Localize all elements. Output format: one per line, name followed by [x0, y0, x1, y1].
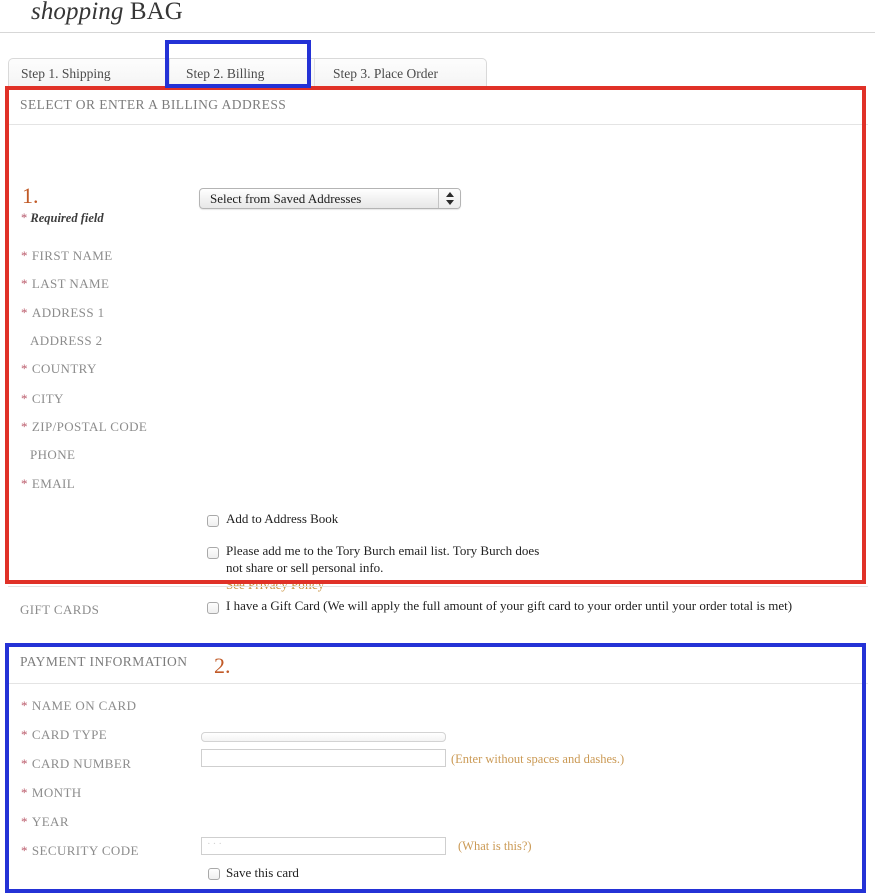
label-year: * YEAR [21, 814, 69, 830]
label-month-text: MONTH [31, 785, 82, 800]
label-card-type-text: CARD TYPE [31, 727, 108, 742]
required-star: * [21, 814, 28, 829]
checkout-step-tabs: Step 1. Shipping Step 2. Billing Step 3.… [8, 58, 487, 88]
required-star: * [21, 727, 28, 742]
payment-section-header: PAYMENT INFORMATION 2. [8, 645, 868, 684]
label-address-1-text: ADDRESS 1 [31, 305, 105, 320]
label-name-on-card: * NAME ON CARD [21, 698, 136, 714]
required-star: * [21, 276, 28, 291]
label-last-name-text: LAST NAME [31, 276, 110, 291]
select-updown-arrows-icon [438, 189, 460, 208]
label-first-name-text: FIRST NAME [31, 248, 113, 263]
add-to-address-book-label[interactable]: Add to Address Book [226, 511, 646, 528]
billing-section-body: 1. * Required field Select from Saved Ad… [8, 125, 868, 615]
gift-cards-divider [8, 586, 868, 587]
label-zip-postal-code-text: ZIP/POSTAL CODE [31, 419, 148, 434]
required-star: * [21, 843, 28, 858]
label-phone: PHONE [21, 447, 75, 463]
label-city: * CITY [21, 391, 64, 407]
step-number-1: 1. [22, 183, 39, 208]
required-star: * [21, 476, 28, 491]
required-star: * [21, 305, 28, 320]
email-list-label[interactable]: Please add me to the Tory Burch email li… [226, 543, 556, 576]
add-to-address-book-checkbox[interactable] [207, 515, 219, 527]
required-star: * [21, 248, 28, 263]
label-address-2-text: ADDRESS 2 [30, 333, 103, 348]
required-star: * [21, 361, 28, 376]
gift-card-checkbox[interactable] [207, 602, 219, 614]
security-code-input[interactable]: ··· [201, 837, 446, 855]
page-title-italic: shopping [31, 0, 124, 25]
tab-step-2-label: Step 2. Billing [186, 66, 265, 81]
label-card-type: * CARD TYPE [21, 727, 107, 743]
label-security-code: * SECURITY CODE [21, 843, 139, 859]
tab-step-1-label: Step 1. Shipping [21, 66, 111, 81]
gift-cards-section: GIFT CARDS I have a Gift Card (We will a… [8, 586, 868, 634]
required-field-note: * Required field [21, 211, 104, 226]
label-phone-text: PHONE [30, 447, 76, 462]
save-this-card-label[interactable]: Save this card [226, 865, 299, 882]
label-address-2: ADDRESS 2 [21, 333, 103, 349]
payment-section-title: PAYMENT INFORMATION [20, 654, 188, 669]
label-country: * COUNTRY [21, 361, 97, 377]
label-last-name: * LAST NAME [21, 276, 109, 292]
required-field-text: Required field [30, 211, 104, 225]
tab-step-1-shipping[interactable]: Step 1. Shipping [9, 59, 169, 87]
tab-step-3-label: Step 3. Place Order [333, 66, 438, 81]
payment-section: PAYMENT INFORMATION 2. * NAME ON CARD * CA… [8, 645, 868, 893]
label-month: * MONTH [21, 785, 82, 801]
required-star: * [21, 756, 28, 771]
label-first-name: * FIRST NAME [21, 248, 113, 264]
save-this-card-checkbox[interactable] [208, 868, 220, 880]
billing-section-header: SELECT OR ENTER A BILLING ADDRESS [8, 88, 868, 125]
card-type-select[interactable] [201, 732, 446, 742]
billing-section-title: SELECT OR ENTER A BILLING ADDRESS [20, 97, 287, 112]
page-title-rest: BAG [123, 0, 183, 25]
tab-step-3-place-order[interactable]: Step 3. Place Order [314, 59, 488, 87]
checkout-content: SELECT OR ENTER A BILLING ADDRESS 1. * R… [8, 88, 868, 615]
security-code-hint[interactable]: (What is this?) [458, 839, 532, 854]
label-country-text: COUNTRY [31, 361, 97, 376]
page-title: shopping BAG [31, 0, 183, 26]
label-security-code-text: SECURITY CODE [31, 843, 139, 858]
step-number-2: 2. [214, 653, 231, 678]
label-name-on-card-text: NAME ON CARD [31, 698, 137, 713]
label-zip-postal-code: * ZIP/POSTAL CODE [21, 419, 147, 435]
label-city-text: CITY [31, 391, 64, 406]
card-number-hint: (Enter without spaces and dashes.) [451, 752, 625, 766]
label-address-1: * ADDRESS 1 [21, 305, 105, 321]
required-star: * [21, 698, 28, 713]
required-star: * [21, 391, 28, 406]
label-card-number: * CARD NUMBER [21, 756, 131, 772]
required-star: * [21, 211, 28, 225]
label-card-number-text: CARD NUMBER [31, 756, 132, 771]
gift-card-label[interactable]: I have a Gift Card (We will apply the fu… [226, 598, 866, 615]
saved-addresses-selected-value: Select from Saved Addresses [210, 191, 362, 206]
saved-addresses-select[interactable]: Select from Saved Addresses [199, 188, 461, 209]
card-number-input[interactable] [201, 749, 446, 767]
required-star: * [21, 785, 28, 800]
page-header: shopping BAG [0, 0, 875, 33]
label-year-text: YEAR [31, 814, 69, 829]
label-email: * EMAIL [21, 476, 75, 492]
label-email-text: EMAIL [31, 476, 76, 491]
tab-step-2-billing[interactable]: Step 2. Billing [169, 59, 314, 87]
email-list-checkbox[interactable] [207, 547, 219, 559]
required-star: * [21, 419, 28, 434]
gift-cards-label: GIFT CARDS [20, 602, 100, 617]
